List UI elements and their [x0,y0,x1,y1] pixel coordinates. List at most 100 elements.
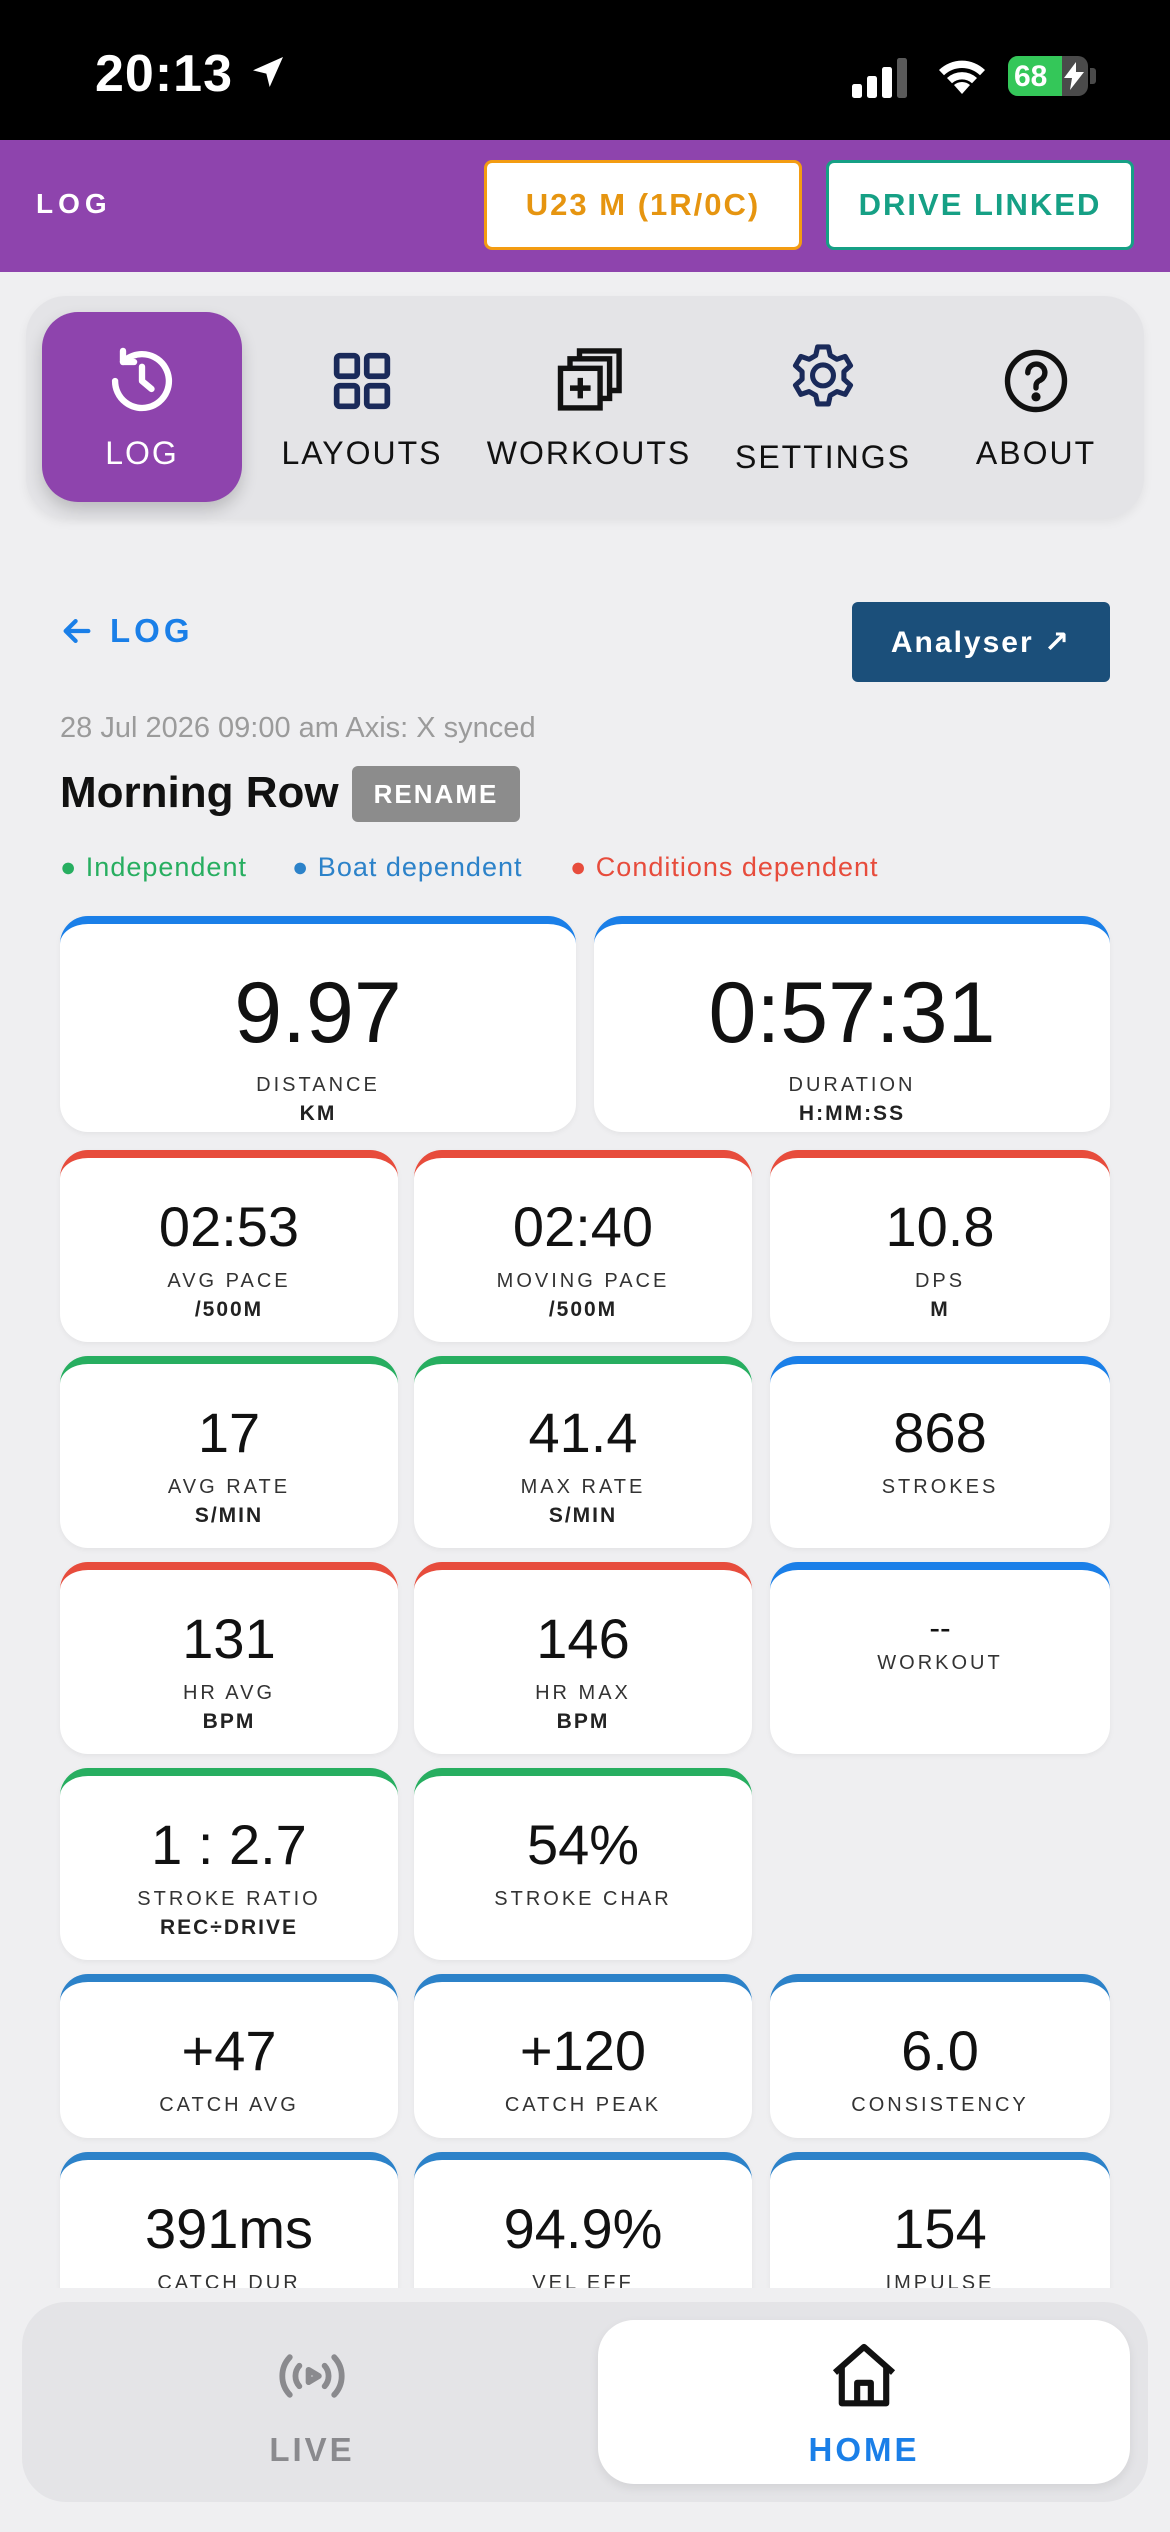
metric-tile-hr-max[interactable]: 146 HR MAX BPM [414,1562,752,1754]
metric-value: -- [929,1610,951,1646]
legend-independent: ● Independent [60,852,247,882]
rename-button[interactable]: RENAME [352,766,520,822]
metric-value: 54% [526,1813,640,1876]
wifi-icon [939,60,985,94]
battery-indicator: 68 [1008,56,1088,96]
metric-label: STROKE CHAR [494,1888,672,1910]
metric-unit: S/MIN [548,1504,618,1527]
charging-bolt-icon [1064,62,1084,90]
header-title: LOG [36,188,112,219]
metric-tile-distance[interactable]: 9.97 DISTANCE KM [60,916,576,1132]
metric-label: WORKOUT [877,1652,1003,1674]
metric-value: 94.9% [503,2197,663,2260]
metric-value: 02:40 [512,1195,654,1258]
tab-live-label: LIVE [269,2431,355,2468]
metric-label: STROKES [881,1476,999,1498]
metric-label: CATCH AVG [159,2094,299,2116]
tab-about[interactable]: ABOUT [942,312,1130,502]
metric-value: 1 : 2.7 [151,1813,307,1876]
metric-unit: REC÷DRIVE [159,1916,299,1939]
metric-unit: /500M [194,1298,264,1321]
live-broadcast-icon [279,2354,345,2398]
metric-value: 154 [893,2197,987,2260]
metric-unit: KM [299,1102,337,1125]
gear-icon [792,343,854,406]
metric-value: 131 [182,1607,276,1670]
metric-value: 0:57:31 [708,965,996,1061]
back-label: LOG [110,612,194,649]
tab-log-label: LOG [105,434,179,471]
grid-icon [333,352,391,409]
cellular-signal-icon [852,58,907,98]
session-title: Morning Row [60,768,339,817]
metric-tile-max-rate[interactable]: 41.4 MAX RATE S/MIN [414,1356,752,1548]
metric-tile-consistency[interactable]: 6.0 CONSISTENCY [770,1974,1110,2138]
metric-label: CATCH DUR [157,2272,301,2288]
tab-settings-label: SETTINGS [734,438,911,475]
tab-layouts-label: LAYOUTS [281,434,443,471]
metric-tile-catch-peak[interactable]: +120 CATCH PEAK [414,1974,752,2138]
metric-value: 9.97 [234,965,402,1061]
main-nav: LOG LAYOUTS WORKOUTS SETTINGS ABOUT [26,296,1144,518]
metric-value: +47 [181,2019,277,2082]
metric-label: CATCH PEAK [504,2094,662,2116]
metric-label: HR AVG [182,1682,276,1704]
metric-unit: /500M [548,1298,618,1321]
metric-tile-catch-avg[interactable]: +47 CATCH AVG [60,1974,398,2138]
session-meta: 28 Jul 2026 09:00 am Axis: X synced [60,712,536,744]
metric-value: 02:53 [158,1195,300,1258]
metric-value: 391ms [144,2197,314,2260]
metric-tile-vel-eff[interactable]: 94.9% VEL EFF [414,2152,752,2288]
battery-nub [1090,68,1096,84]
metric-tile-avg-pace[interactable]: 02:53 AVG PACE/500M [60,1150,398,1342]
metric-unit: H:MM:SS [798,1102,906,1125]
tab-live[interactable]: LIVE [62,2320,562,2484]
tab-log[interactable]: LOG [42,312,242,502]
metric-unit: M [930,1298,950,1321]
metric-tile-impulse[interactable]: 154 IMPULSE [770,2152,1110,2288]
tab-home[interactable]: HOME [598,2320,1130,2484]
tab-workouts[interactable]: WORKOUTS [478,312,700,502]
metric-label: HR MAX [535,1682,631,1704]
home-icon [832,2343,896,2407]
back-to-log-link[interactable]: LOG [60,612,194,650]
metric-label: CONSISTENCY [851,2094,1029,2116]
metric-tile-avg-rate[interactable]: 17 AVG RATE S/MIN [60,1356,398,1548]
metric-value: 10.8 [885,1195,995,1258]
metric-tile-workout[interactable]: -- WORKOUT [770,1562,1110,1754]
boat-class-button[interactable]: U23 M (1R/0C) [484,160,802,250]
metric-value: 868 [893,1401,987,1464]
tab-settings[interactable]: SETTINGS [718,312,928,502]
tab-home-label: HOME [808,2431,920,2468]
metric-tile-dps[interactable]: 10.8 DPS M [770,1150,1110,1342]
metric-unit: S/MIN [194,1504,264,1527]
metric-tile-stroke-ratio[interactable]: 1 : 2.7 STROKE RATIO REC÷DRIVE [60,1768,398,1960]
metric-label: MAX RATE [520,1476,646,1498]
metric-tile-duration[interactable]: 0:57:31 DURATION H:MM:SS [594,916,1110,1132]
legend-boat-dependent: ● Boat dependent [292,852,523,882]
tab-layouts[interactable]: LAYOUTS [262,312,462,502]
metric-label: AVG PACE [167,1270,291,1292]
metrics-grid: 9.97 DISTANCE KM 0:57:31 DURATION H:MM:SS 02:5… [0,900,1170,2288]
analyser-button[interactable]: Analyser ↗ [852,602,1110,682]
metric-tile-strokes[interactable]: 868 STROKES [770,1356,1110,1548]
metric-value: 6.0 [901,2019,979,2082]
stack-plus-icon [557,347,622,411]
status-time: 20:13 [95,45,233,103]
metric-tile-stroke-char[interactable]: 54% STROKE CHAR [414,1768,752,1960]
metric-unit: BPM [202,1710,256,1733]
metric-unit: BPM [556,1710,610,1733]
question-icon [1004,349,1068,412]
history-icon [111,347,173,411]
drive-linked-button[interactable]: DRIVE LINKED [826,160,1134,250]
metric-tile-hr-avg[interactable]: 131 HR AVG BPM [60,1562,398,1754]
metric-tile-catch-dur[interactable]: 391ms CATCH DUR [60,2152,398,2288]
metric-label: DISTANCE [256,1074,380,1096]
metric-value: 17 [197,1401,261,1464]
tab-about-label: ABOUT [975,434,1097,471]
battery-level: 68 [1014,60,1048,93]
metric-tile-moving-pace[interactable]: 02:40 MOVING PACE/500M [414,1150,752,1342]
metric-label: STROKE RATIO [137,1888,321,1910]
metric-label: IMPULSE [885,2272,995,2288]
bottom-tab-bar: LIVE HOME [22,2302,1148,2502]
